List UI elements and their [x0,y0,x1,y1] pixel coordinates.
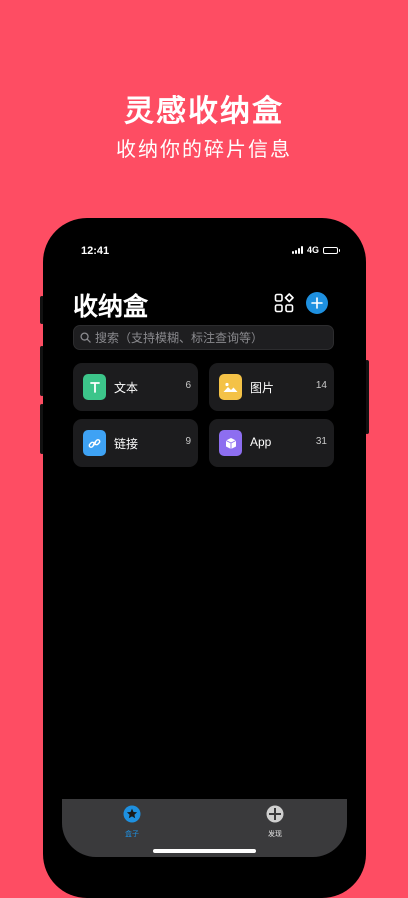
battery-icon [323,246,340,254]
category-card-app[interactable]: App 31 [209,419,334,467]
link-icon [83,430,106,456]
status-time: 12:41 [81,245,110,257]
tab-box[interactable]: 盒子 [112,805,152,839]
promo-title: 灵感收纳盒 [124,94,284,129]
network-label: 4G [306,245,319,255]
search-input[interactable]: 搜索（支持模糊、标注查询等） [73,325,334,350]
plus-icon [311,297,323,309]
category-grid-icon[interactable] [274,293,294,313]
category-card-link[interactable]: 链接 9 [73,419,198,467]
category-count: 6 [185,380,191,391]
page-title: 收纳盒 [73,292,149,321]
category-count: 31 [315,436,327,447]
category-count: 9 [185,436,191,447]
app-cube-icon [219,430,242,456]
category-name: App [250,435,272,449]
tab-discover[interactable]: 发现 [255,805,295,839]
tab-label: 盒子 [125,830,139,838]
compass-icon [266,805,284,823]
star-circle-icon [123,805,141,823]
category-name: 链接 [114,437,139,451]
tab-label: 发现 [268,830,282,838]
search-icon [80,332,91,343]
phone-screen: 12:41 4G 收纳盒 搜索（支持模糊、标注查询等） 文本 6 图片 14 链… [43,218,366,898]
category-card-text[interactable]: 文本 6 [73,363,198,411]
promo-subtitle: 收纳你的碎片信息 [116,137,292,161]
home-indicator [153,849,256,853]
category-count: 14 [315,380,327,391]
category-card-image[interactable]: 图片 14 [209,363,334,411]
status-indicators: 4G [291,245,340,255]
category-name: 图片 [250,381,275,395]
add-button[interactable] [306,292,328,314]
category-name: 文本 [114,381,139,395]
image-icon [219,374,242,400]
signal-icon [291,246,303,254]
text-icon [83,374,106,400]
search-placeholder: 搜索（支持模糊、标注查询等） [95,331,264,345]
